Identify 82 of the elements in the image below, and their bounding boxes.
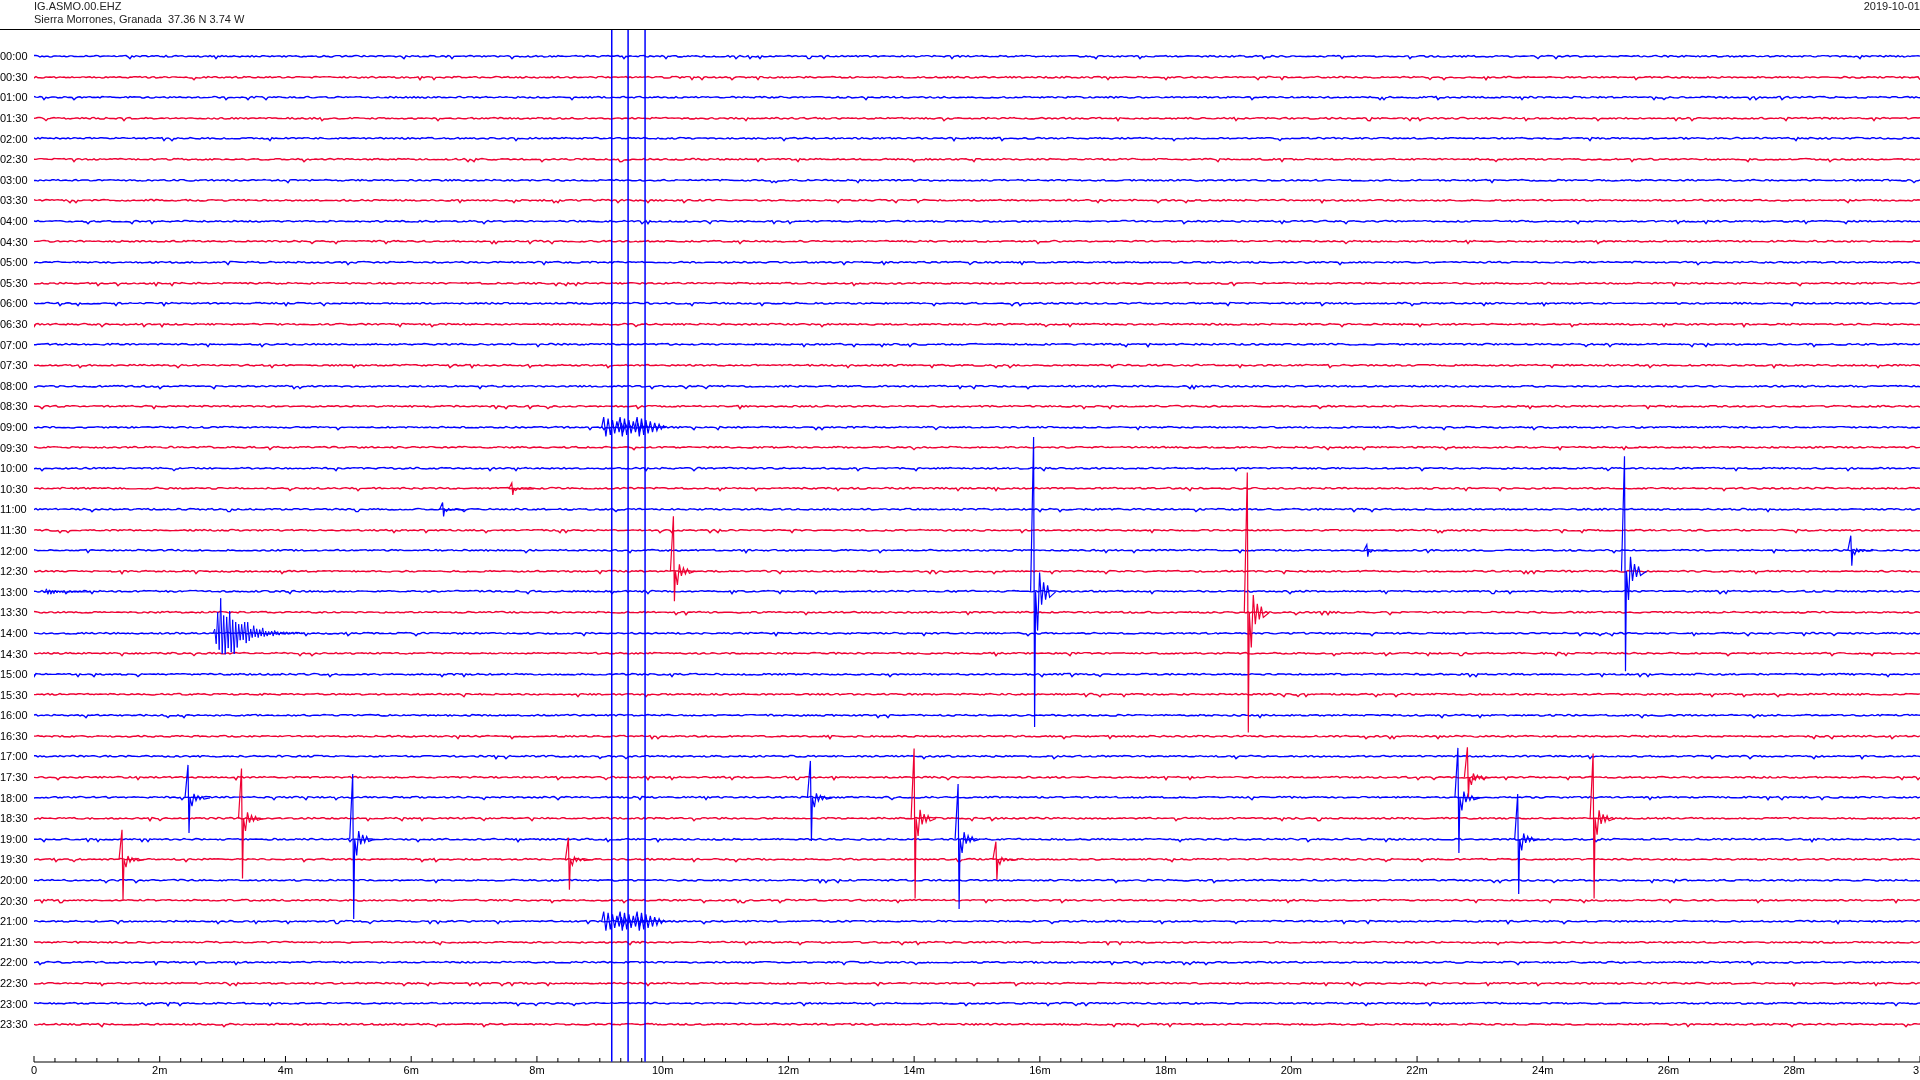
- axis-tick-label: 14m: [903, 1063, 925, 1076]
- seismic-wiggle: [601, 416, 633, 437]
- row-time-label: 19:00: [0, 832, 29, 845]
- row-time-label: 17:30: [0, 771, 29, 784]
- row-time-label: 11:30: [0, 523, 28, 536]
- row-time-label: 15:00: [0, 668, 29, 681]
- seismic-spike: [564, 837, 591, 891]
- seismic-spike: [508, 480, 535, 496]
- plot-date: 2019-10-01: [1863, 0, 1920, 14]
- row-time-label: 05:00: [0, 256, 29, 269]
- row-time-label: 17:00: [0, 750, 29, 763]
- seismic-burst: [42, 588, 91, 595]
- row-time-label: 03:30: [0, 194, 29, 207]
- axis-tick-label: 16m: [1029, 1063, 1051, 1076]
- row-time-label: 22:00: [0, 956, 29, 969]
- row-time-label: 23:30: [0, 1018, 29, 1031]
- axis-tick-label: 28m: [1783, 1063, 1805, 1076]
- row-time-label: 08:30: [0, 400, 29, 413]
- row-time-label: 07:00: [0, 338, 29, 351]
- row-time-label: 20:30: [0, 894, 29, 907]
- seismic-spike: [184, 764, 211, 834]
- row-time-label: 07:30: [0, 359, 29, 372]
- row-time-label: 04:00: [0, 215, 29, 228]
- row-time-label: 01:00: [0, 91, 29, 104]
- seismic-spike: [1363, 542, 1390, 558]
- seismic-spike: [439, 501, 466, 518]
- row-time-label: 16:00: [0, 709, 29, 722]
- row-time-label: 03:00: [0, 173, 29, 186]
- row-time-label: 22:30: [0, 977, 29, 989]
- row-time-label: 12:00: [0, 544, 29, 557]
- seismic-wiggle: [617, 416, 650, 437]
- row-time-label: 00:30: [0, 70, 29, 83]
- axis-tick-label: 10m: [651, 1063, 674, 1076]
- row-time-label: 09:00: [0, 421, 29, 433]
- row-time-label: 13:30: [0, 606, 29, 619]
- row-time-label: 14:00: [0, 626, 29, 639]
- row-time-label: 19:30: [0, 853, 29, 866]
- axis-tick-label: 0: [30, 1063, 38, 1076]
- row-time-label: 21:00: [0, 915, 29, 928]
- seismic-spike: [992, 841, 1019, 881]
- axis-tick-label: 3: [1912, 1063, 1919, 1076]
- seismic-wiggle: [617, 910, 650, 932]
- row-time-label: 14:30: [0, 647, 29, 660]
- seismic-wiggle: [634, 416, 667, 437]
- seismic-spike: [1847, 535, 1874, 567]
- row-time-label: 06:00: [0, 297, 29, 310]
- row-time-label: 10:00: [0, 462, 29, 475]
- row-time-label: 01:30: [0, 112, 29, 125]
- seismic-wiggle: [634, 910, 667, 932]
- row-time-label: 11:00: [0, 503, 28, 516]
- seismic-wiggle: [601, 910, 633, 932]
- seismic-spike: [118, 829, 145, 901]
- row-time-label: 09:30: [0, 441, 29, 454]
- axis-tick-label: 2m: [152, 1063, 168, 1076]
- axis-tick-label: 20m: [1280, 1063, 1303, 1076]
- axis-tick-label: 18m: [1154, 1063, 1177, 1076]
- row-time-label: 10:30: [0, 482, 29, 495]
- row-time-label: 23:00: [0, 997, 29, 1010]
- row-time-label: 08:00: [0, 379, 29, 392]
- axis-tick-label: 8m: [529, 1063, 545, 1076]
- row-time-label: 16:30: [0, 729, 29, 742]
- row-time-label: 15:30: [0, 688, 29, 701]
- row-time-label: 13:00: [0, 585, 29, 598]
- axis-tick-label: 24m: [1532, 1063, 1554, 1076]
- axis-tick-label: 26m: [1657, 1063, 1680, 1076]
- axis-tick-label: 6m: [403, 1063, 419, 1076]
- axis-tick-label: 4m: [277, 1063, 294, 1076]
- row-time-label: 04:30: [0, 235, 29, 248]
- row-time-label: 18:30: [0, 812, 29, 825]
- row-time-label: 21:30: [0, 935, 29, 948]
- axis-tick-label: 12m: [777, 1063, 800, 1076]
- station-code: IG.ASMO.00.EHZ: [34, 0, 123, 13]
- row-time-label: 12:30: [0, 565, 29, 578]
- row-time-label: 18:00: [0, 791, 29, 804]
- row-time-label: 06:30: [0, 318, 29, 330]
- axis-tick-label: 22m: [1406, 1063, 1428, 1076]
- row-time-label: 05:30: [0, 276, 29, 289]
- row-time-label: 02:30: [0, 153, 29, 166]
- row-time-label: 20:00: [0, 874, 29, 887]
- row-time-label: 00:00: [0, 50, 29, 63]
- station-location: Sierra Morrones, Granada 37.36 N 3.74 W: [34, 13, 245, 26]
- row-time-label: 02:00: [0, 132, 29, 145]
